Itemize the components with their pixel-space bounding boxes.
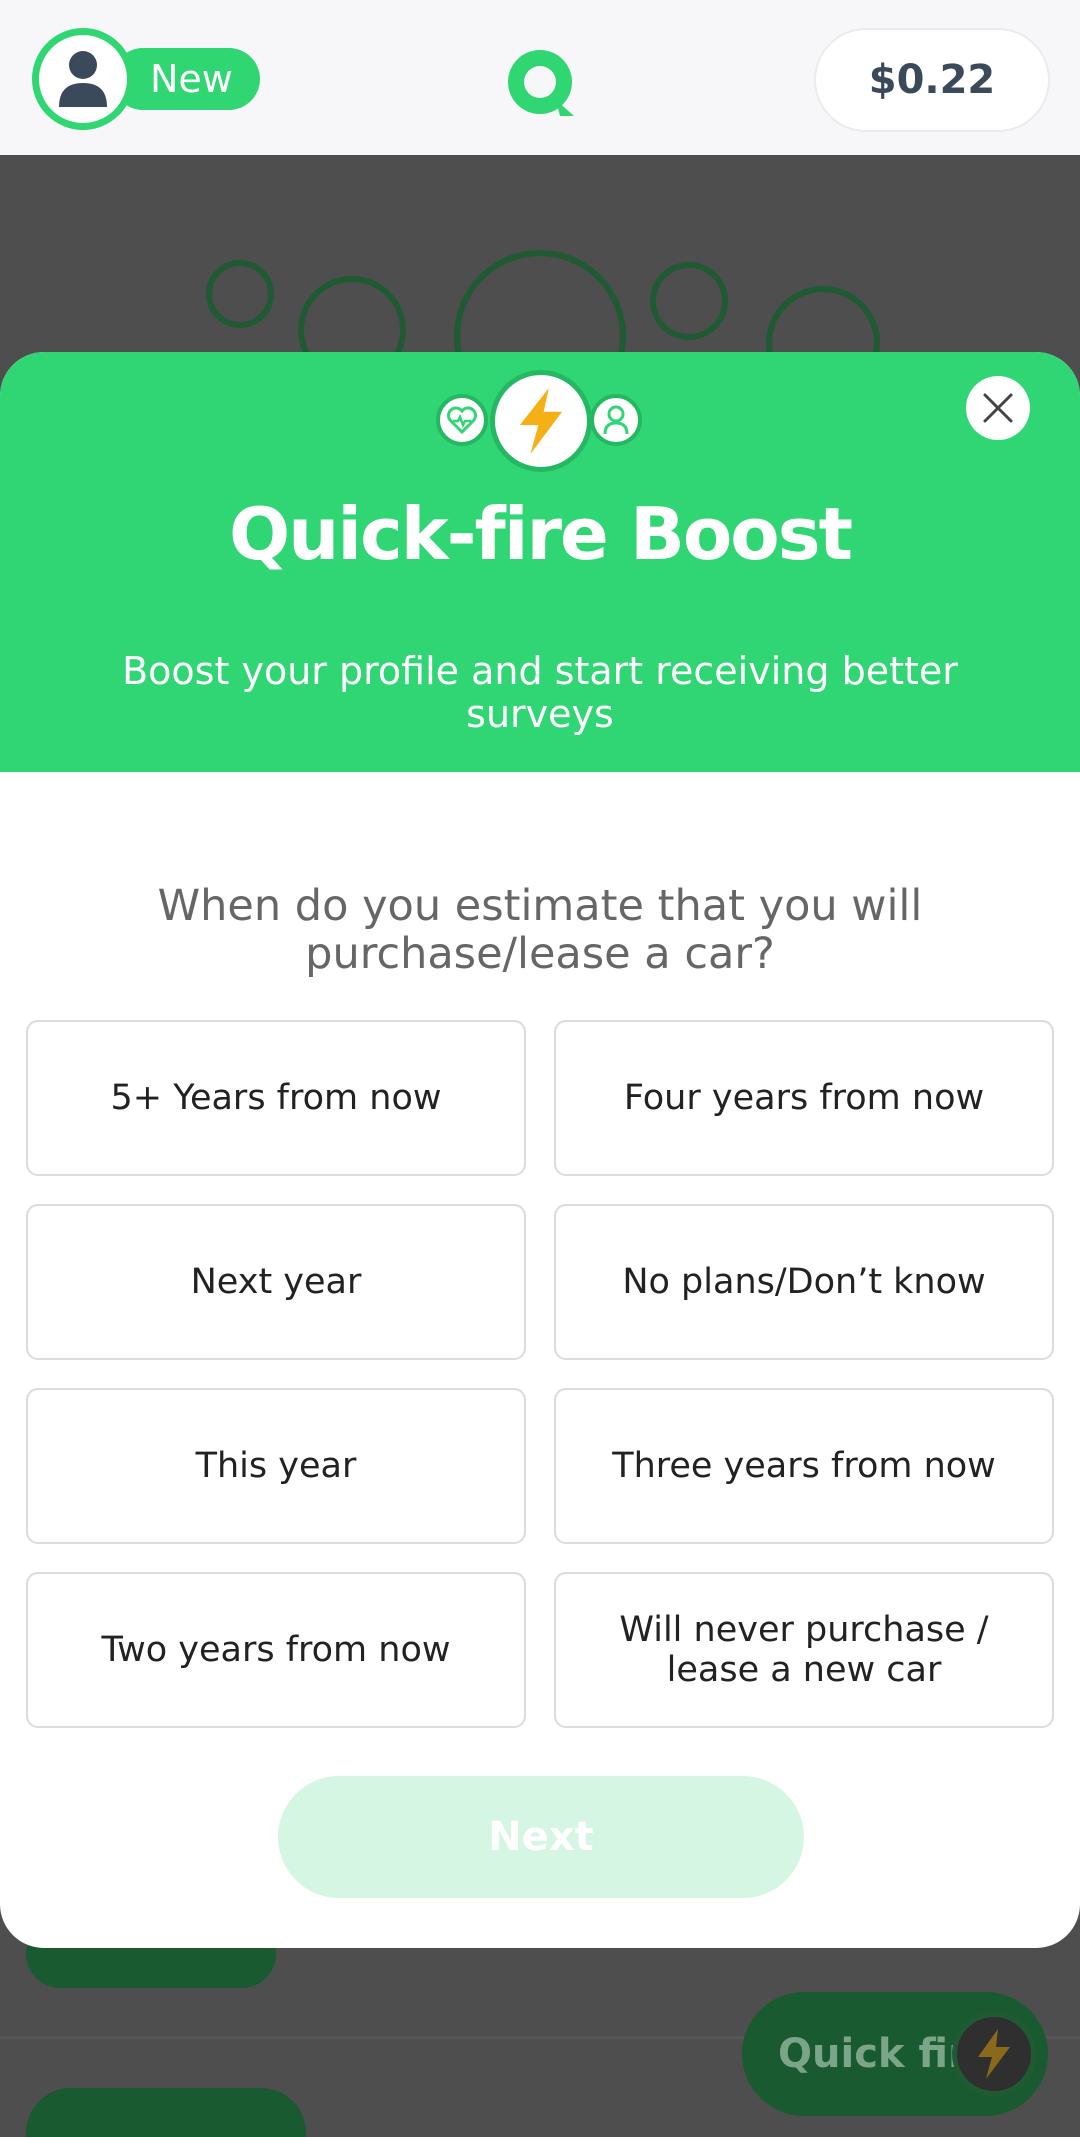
person-icon	[590, 394, 642, 446]
answer-option[interactable]: Two years from now	[26, 1572, 526, 1728]
user-icon	[59, 51, 107, 107]
quickfire-button[interactable]: Quick fire	[742, 1992, 1048, 2116]
answer-option[interactable]: Four years from now	[554, 1020, 1054, 1176]
answer-option-label: Two years from now	[101, 1630, 451, 1670]
answer-option-label: Three years from now	[612, 1446, 996, 1486]
lightning-icon	[952, 2012, 1036, 2096]
next-button-label: Next	[488, 1814, 594, 1860]
answer-option-label: Next year	[190, 1262, 362, 1302]
balance-button[interactable]: $0.22	[814, 28, 1050, 132]
survey-question: When do you estimate that you will purch…	[157, 881, 923, 979]
answer-option[interactable]: This year	[26, 1388, 526, 1544]
app-screen: New $0.22 Quick fire Quick-fire Boost Bo…	[0, 0, 1080, 2137]
answer-option-label: No plans/Don’t know	[622, 1262, 986, 1302]
answer-option[interactable]: Three years from now	[554, 1388, 1054, 1544]
modal-title: Quick-fire Boost	[228, 492, 853, 576]
lightning-icon	[490, 370, 592, 472]
app-logo-icon[interactable]	[504, 46, 578, 120]
next-button[interactable]: Next	[278, 1776, 804, 1898]
profile-avatar-button[interactable]	[32, 28, 134, 130]
answer-option-label: Four years from now	[623, 1078, 985, 1118]
answer-option[interactable]: Will never purchase / lease a new car	[554, 1572, 1054, 1728]
modal-header: Quick-fire Boost Boost your profile and …	[0, 352, 1080, 772]
answer-option[interactable]: No plans/Don’t know	[554, 1204, 1054, 1360]
new-badge-label: New	[150, 57, 233, 101]
answer-option[interactable]: Next year	[26, 1204, 526, 1360]
answer-option-label: Will never purchase / lease a new car	[619, 1610, 989, 1690]
top-bar: New $0.22	[0, 0, 1080, 155]
answer-option-label: 5+ Years from now	[110, 1078, 442, 1118]
answer-option[interactable]: 5+ Years from now	[26, 1020, 526, 1176]
new-badge: New	[112, 48, 260, 110]
modal-icon-cluster	[436, 366, 646, 476]
quickfire-boost-modal: Quick-fire Boost Boost your profile and …	[0, 352, 1080, 1948]
background-tile-count-pill	[26, 2088, 306, 2137]
close-button[interactable]	[966, 376, 1030, 440]
answer-option-label: This year	[195, 1446, 357, 1486]
heart-icon	[436, 394, 488, 446]
modal-subtitle: Boost your profile and start receiving b…	[122, 649, 958, 736]
close-icon	[983, 393, 1013, 423]
balance-value: $0.22	[868, 57, 996, 103]
